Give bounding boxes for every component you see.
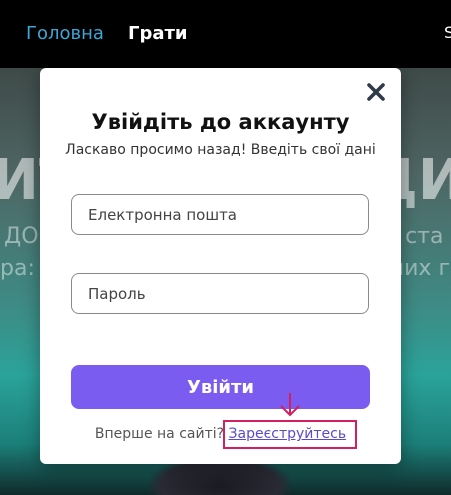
nav-edge-item[interactable]: S [444, 23, 451, 42]
login-modal: Увійдіть до аккаунту Ласкаво просимо наз… [40, 68, 401, 464]
signup-prompt: Вперше на сайті? [94, 426, 225, 442]
close-icon [367, 83, 385, 101]
top-navigation: Головна Грати S [0, 0, 451, 68]
nav-play-link[interactable]: Грати [128, 23, 188, 44]
modal-subtitle: Ласкаво просимо назад! Введіть свої дані [65, 142, 376, 158]
signup-row: Вперше на сайті? Зареєструйтесь [40, 426, 401, 442]
nav-home-link[interactable]: Головна [26, 23, 104, 44]
email-field[interactable] [71, 194, 369, 235]
password-field[interactable] [71, 273, 369, 314]
close-button[interactable] [364, 80, 388, 104]
modal-title: Увійдіть до аккаунту [91, 110, 350, 134]
login-button[interactable]: Увійти [71, 365, 370, 409]
signup-link[interactable]: Зареєструйтесь [229, 426, 347, 442]
